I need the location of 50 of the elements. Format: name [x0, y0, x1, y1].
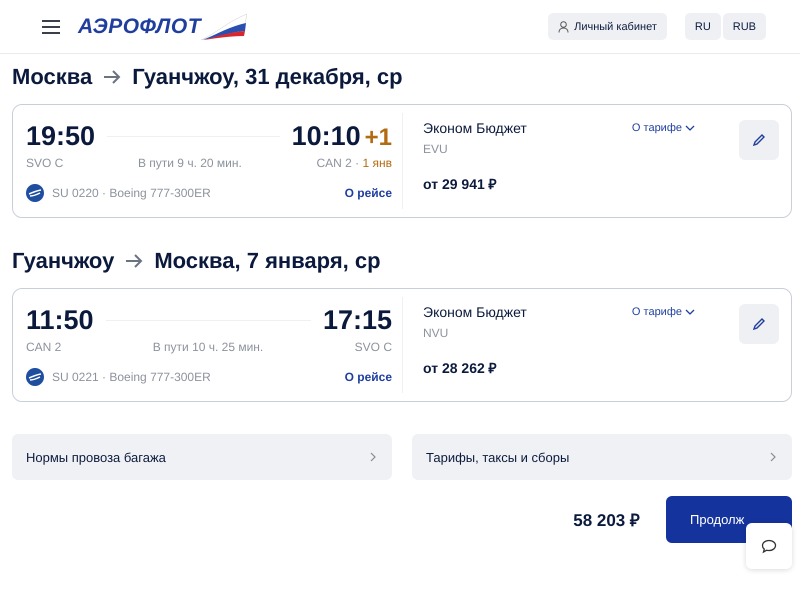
edit-button[interactable] [739, 120, 779, 160]
duration: В пути 9 ч. 20 мин. [138, 156, 242, 170]
arrival-info: CAN 2 · 1 янв [316, 156, 392, 170]
departure-time: 19:50 [26, 121, 96, 152]
logo[interactable]: АЭРОФЛОТ [78, 12, 248, 42]
menu-icon[interactable] [42, 20, 60, 34]
route-destination: Москва, 7 января, ср [154, 248, 381, 274]
route-destination: Гуанчжоу, 31 декабря, ср [132, 64, 403, 90]
flight-info: SU 0220 · Boeing 777-300ER [52, 186, 211, 200]
chevron-down-icon [685, 309, 695, 315]
chevron-icon [770, 452, 776, 462]
route-origin: Гуанчжоу [12, 248, 114, 274]
arrival-time: 17:15 [322, 305, 392, 336]
fare-price: от 29 941 ₽ [423, 175, 498, 193]
flight-info: SU 0221 · Boeing 777-300ER [52, 370, 211, 384]
flight-details-link[interactable]: О рейсе [344, 370, 392, 384]
fare-name: Эконом Бюджет [423, 304, 528, 320]
flight-details-link[interactable]: О рейсе [344, 186, 392, 200]
fare-info-link[interactable]: О тарифе [632, 304, 695, 320]
total-price: 58 203 ₽ [573, 510, 640, 531]
fare-info-link[interactable]: О тарифе [632, 120, 695, 136]
language-button[interactable]: RU [684, 13, 721, 40]
account-button[interactable]: Личный кабинет [548, 13, 667, 40]
chevron-icon [370, 452, 376, 462]
chat-icon [761, 538, 777, 554]
departure-airport: CAN 2 [26, 340, 62, 354]
user-icon [558, 20, 570, 32]
arrival-info: SVO C [354, 340, 392, 354]
airline-icon [26, 368, 44, 386]
edit-button[interactable] [739, 304, 779, 344]
fare-name: Эконом Бюджет [423, 120, 528, 136]
info-row[interactable]: Тарифы, таксы и сборы [412, 434, 792, 480]
route-origin: Москва [12, 64, 92, 90]
pencil-icon [752, 317, 766, 331]
day-offset: +1 [364, 124, 392, 152]
chevron-down-icon [685, 125, 695, 131]
arrival-time: 10:10 [292, 121, 361, 152]
duration: В пути 10 ч. 25 мин. [152, 340, 264, 354]
info-row[interactable]: Нормы провоза багажа [12, 434, 392, 480]
pencil-icon [752, 133, 766, 147]
fare-price: от 28 262 ₽ [423, 359, 498, 377]
fare-code: EVU [423, 142, 449, 156]
departure-time: 11:50 [26, 305, 94, 336]
arrow-icon [124, 253, 144, 269]
arrow-icon [102, 69, 122, 85]
chat-popup[interactable] [746, 523, 792, 569]
fare-code: NVU [423, 326, 450, 340]
departure-airport: SVO C [26, 156, 64, 170]
currency-button[interactable]: RUB [722, 13, 766, 40]
airline-icon [26, 184, 44, 202]
